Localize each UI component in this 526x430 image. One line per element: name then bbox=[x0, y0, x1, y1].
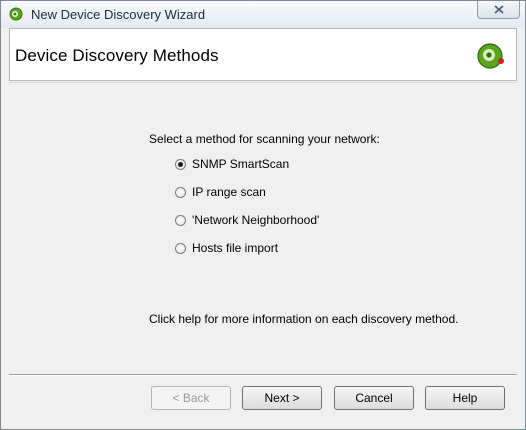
option-label: IP range scan bbox=[192, 185, 266, 199]
help-note: Click help for more information on each … bbox=[149, 312, 459, 326]
option-hosts-file-import[interactable]: Hosts file import bbox=[175, 240, 278, 256]
close-icon bbox=[493, 5, 504, 14]
option-ip-range-scan[interactable]: IP range scan bbox=[175, 184, 266, 200]
app-icon bbox=[9, 7, 23, 21]
option-network-neighborhood[interactable]: 'Network Neighborhood' bbox=[175, 212, 319, 228]
title-bar[interactable]: New Device Discovery Wizard bbox=[1, 1, 525, 28]
page-title: Device Discovery Methods bbox=[15, 46, 219, 65]
radio-hosts-file-import[interactable] bbox=[175, 242, 186, 254]
method-prompt: Select a method for scanning your networ… bbox=[149, 132, 380, 146]
window-title: New Device Discovery Wizard bbox=[31, 7, 206, 22]
option-snmp-smartscan[interactable]: SNMP SmartScan bbox=[175, 156, 289, 172]
wizard-window: New Device Discovery Wizard Device Disco… bbox=[0, 0, 526, 430]
back-button[interactable]: < Back bbox=[151, 386, 231, 410]
option-label: 'Network Neighborhood' bbox=[192, 213, 320, 227]
radio-network-neighborhood[interactable] bbox=[175, 214, 186, 226]
header-divider bbox=[9, 82, 517, 83]
radio-snmp-smartscan[interactable] bbox=[175, 158, 186, 170]
option-label: Hosts file import bbox=[192, 241, 279, 255]
radio-ip-range-scan[interactable] bbox=[175, 186, 186, 198]
close-button[interactable] bbox=[477, 1, 520, 19]
option-label: SNMP SmartScan bbox=[192, 157, 290, 171]
wizard-header: Device Discovery Methods bbox=[9, 28, 517, 81]
next-button[interactable]: Next > bbox=[242, 386, 322, 410]
help-button[interactable]: Help bbox=[425, 386, 505, 410]
cancel-button[interactable]: Cancel bbox=[334, 386, 414, 410]
footer-divider bbox=[9, 374, 517, 376]
green-disc-icon bbox=[477, 43, 504, 69]
